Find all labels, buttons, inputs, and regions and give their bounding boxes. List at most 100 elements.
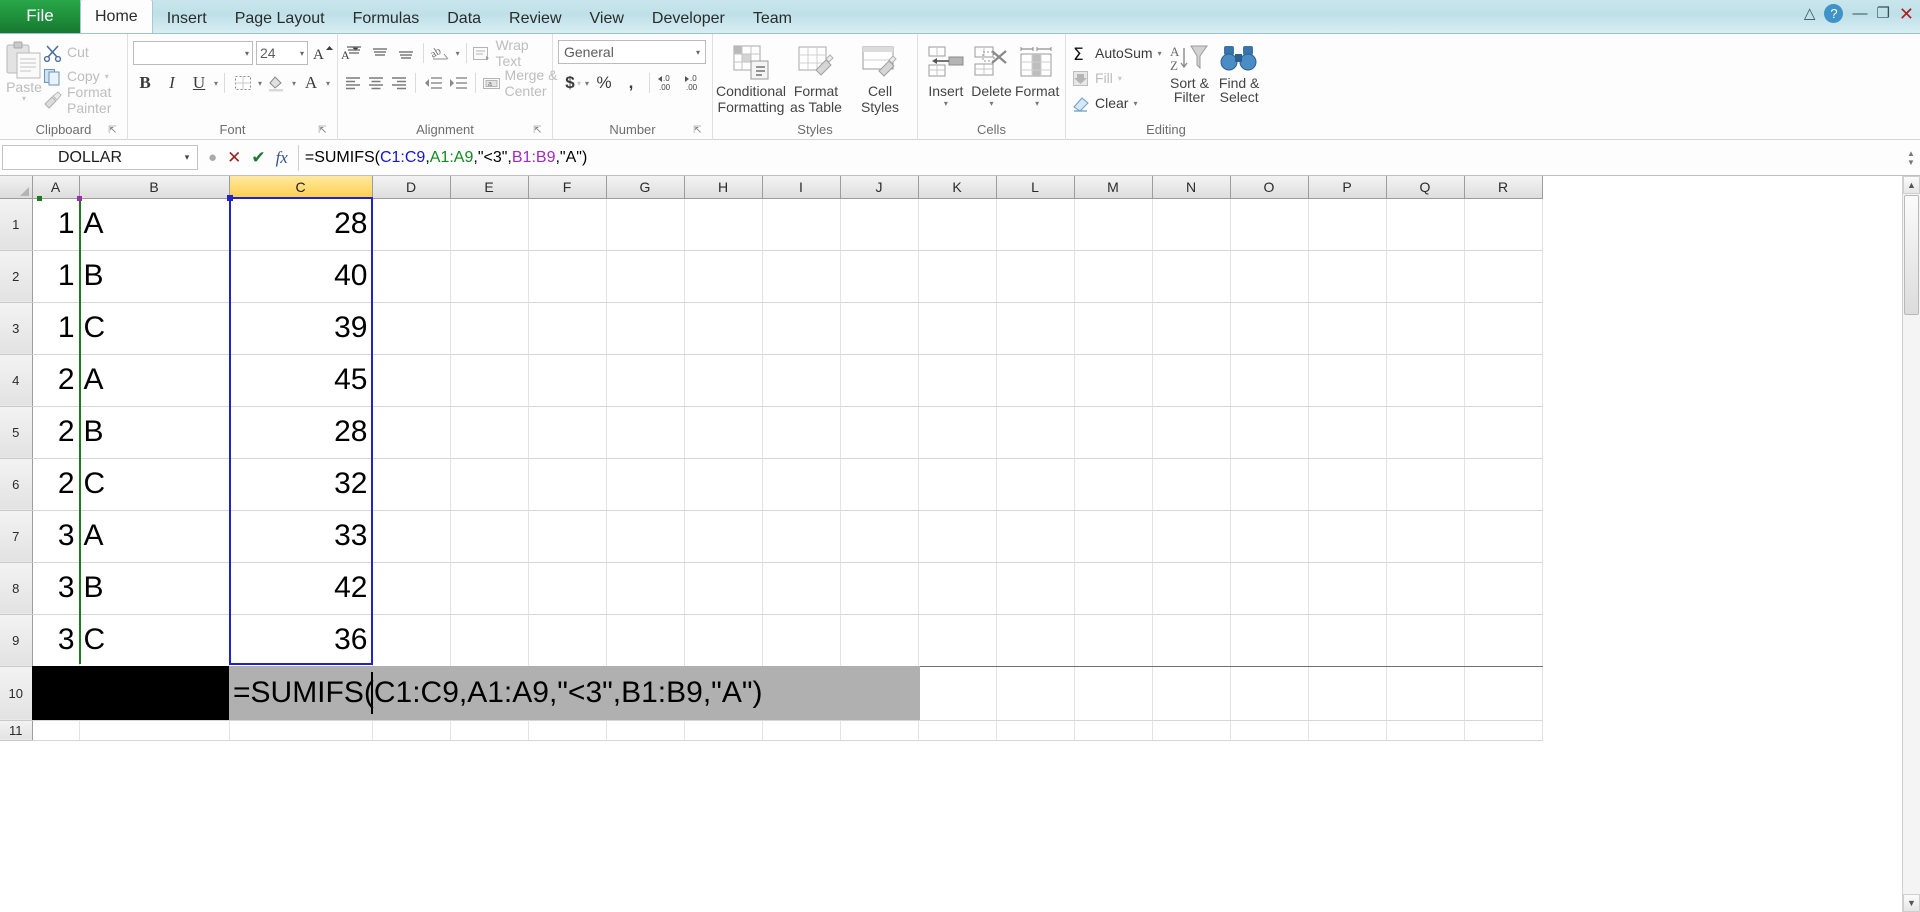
cell-L9[interactable] — [996, 614, 1075, 667]
fill-color-button[interactable] — [265, 71, 289, 95]
row-header-1[interactable]: 1 — [0, 198, 33, 251]
cell-J7[interactable] — [840, 510, 919, 563]
cell-I9[interactable] — [762, 614, 841, 667]
cell-C9[interactable]: 36 — [229, 614, 373, 667]
format-chevron-down-icon[interactable]: ▾ — [1035, 99, 1039, 108]
cell-I1[interactable] — [762, 198, 841, 251]
cell-K9[interactable] — [918, 614, 997, 667]
cell-R10[interactable] — [1464, 666, 1543, 721]
cell-B11[interactable] — [79, 720, 230, 741]
cell-R8[interactable] — [1464, 562, 1543, 615]
cell-P10[interactable] — [1308, 666, 1387, 721]
cell-B5[interactable]: B — [79, 406, 230, 459]
cell-K3[interactable] — [918, 302, 997, 355]
font-size-input[interactable]: 24 ▾ — [256, 41, 308, 65]
row-header-7[interactable]: 7 — [0, 510, 33, 563]
cell-M2[interactable] — [1074, 250, 1153, 303]
column-header-j[interactable]: J — [840, 176, 919, 199]
cell-O1[interactable] — [1230, 198, 1309, 251]
cell-D11[interactable] — [372, 720, 451, 741]
cell-M5[interactable] — [1074, 406, 1153, 459]
cell-B3[interactable]: C — [79, 302, 230, 355]
cell-O4[interactable] — [1230, 354, 1309, 407]
autosum-chevron-down-icon[interactable]: ▾ — [1158, 49, 1162, 58]
formula-bar-expand-button[interactable]: ▲ ▼ — [1902, 149, 1920, 167]
row-header-3[interactable]: 3 — [0, 302, 33, 355]
cell-N7[interactable] — [1152, 510, 1231, 563]
cell-A11[interactable] — [32, 720, 80, 741]
enter-formula-button[interactable]: ✔ — [251, 148, 265, 168]
tab-developer[interactable]: Developer — [638, 5, 739, 33]
cell-L4[interactable] — [996, 354, 1075, 407]
cell-F9[interactable] — [528, 614, 607, 667]
cell-I8[interactable] — [762, 562, 841, 615]
cell-styles-button[interactable]: Cell Styles — [848, 42, 912, 114]
cell-D6[interactable] — [372, 458, 451, 511]
cell-Q3[interactable] — [1386, 302, 1465, 355]
font-color-chevron-down-icon[interactable]: ▾ — [326, 79, 330, 88]
tab-team[interactable]: Team — [739, 5, 806, 33]
column-header-d[interactable]: D — [372, 176, 451, 199]
cell-Q2[interactable] — [1386, 250, 1465, 303]
formula-input[interactable]: =SUMIFS(C1:C9,A1:A9,"<3",B1:B9,"A") — [297, 144, 1902, 171]
cell-R7[interactable] — [1464, 510, 1543, 563]
column-header-q[interactable]: Q — [1386, 176, 1465, 199]
cell-F8[interactable] — [528, 562, 607, 615]
cell-K10[interactable] — [918, 666, 997, 721]
cell-E5[interactable] — [450, 406, 529, 459]
insert-cells-button[interactable]: Insert ▾ — [923, 42, 969, 108]
row-header-8[interactable]: 8 — [0, 562, 33, 615]
tab-review[interactable]: Review — [495, 5, 575, 33]
cell-R11[interactable] — [1464, 720, 1543, 741]
cell-A6[interactable]: 2 — [32, 458, 80, 511]
cell-D8[interactable] — [372, 562, 451, 615]
cell-B9[interactable]: C — [79, 614, 230, 667]
align-left-button[interactable] — [343, 71, 363, 95]
cell-M9[interactable] — [1074, 614, 1153, 667]
column-header-c[interactable]: C — [229, 176, 373, 199]
cell-H11[interactable] — [684, 720, 763, 741]
cell-Q10[interactable] — [1386, 666, 1465, 721]
cell-B6[interactable]: C — [79, 458, 230, 511]
tab-insert[interactable]: Insert — [153, 5, 221, 33]
cell-B2[interactable]: B — [79, 250, 230, 303]
align-right-button[interactable] — [389, 71, 409, 95]
row-header-9[interactable]: 9 — [0, 614, 33, 667]
cell-G3[interactable] — [606, 302, 685, 355]
cell-E6[interactable] — [450, 458, 529, 511]
column-header-l[interactable]: L — [996, 176, 1075, 199]
cell-K6[interactable] — [918, 458, 997, 511]
fill-color-chevron-down-icon[interactable]: ▾ — [292, 79, 296, 88]
cell-G1[interactable] — [606, 198, 685, 251]
cell-K4[interactable] — [918, 354, 997, 407]
column-header-h[interactable]: H — [684, 176, 763, 199]
cell-D9[interactable] — [372, 614, 451, 667]
number-format-chevron-down-icon[interactable]: ▾ — [696, 48, 700, 57]
find-select-button[interactable]: Find & Select — [1217, 40, 1261, 104]
orientation-chevron-down-icon[interactable]: ▾ — [456, 49, 460, 58]
cell-P6[interactable] — [1308, 458, 1387, 511]
column-header-r[interactable]: R — [1464, 176, 1543, 199]
row-header-10[interactable]: 10 — [0, 666, 33, 721]
cell-H4[interactable] — [684, 354, 763, 407]
cell-F7[interactable] — [528, 510, 607, 563]
cell-Q5[interactable] — [1386, 406, 1465, 459]
cell-J5[interactable] — [840, 406, 919, 459]
cell-M4[interactable] — [1074, 354, 1153, 407]
delete-chevron-down-icon[interactable]: ▾ — [990, 99, 994, 108]
cell-G8[interactable] — [606, 562, 685, 615]
cell-Q6[interactable] — [1386, 458, 1465, 511]
minimize-icon[interactable]: — — [1852, 6, 1867, 21]
cell-I11[interactable] — [762, 720, 841, 741]
cell-A4[interactable]: 2 — [32, 354, 80, 407]
cell-A9[interactable]: 3 — [32, 614, 80, 667]
cell-C6[interactable]: 32 — [229, 458, 373, 511]
insert-chevron-down-icon[interactable]: ▾ — [944, 99, 948, 108]
cell-L6[interactable] — [996, 458, 1075, 511]
cell-K5[interactable] — [918, 406, 997, 459]
grow-font-button[interactable]: A — [311, 41, 335, 65]
cell-N2[interactable] — [1152, 250, 1231, 303]
cell-E1[interactable] — [450, 198, 529, 251]
scrollbar-track[interactable] — [1903, 194, 1920, 894]
cell-K7[interactable] — [918, 510, 997, 563]
